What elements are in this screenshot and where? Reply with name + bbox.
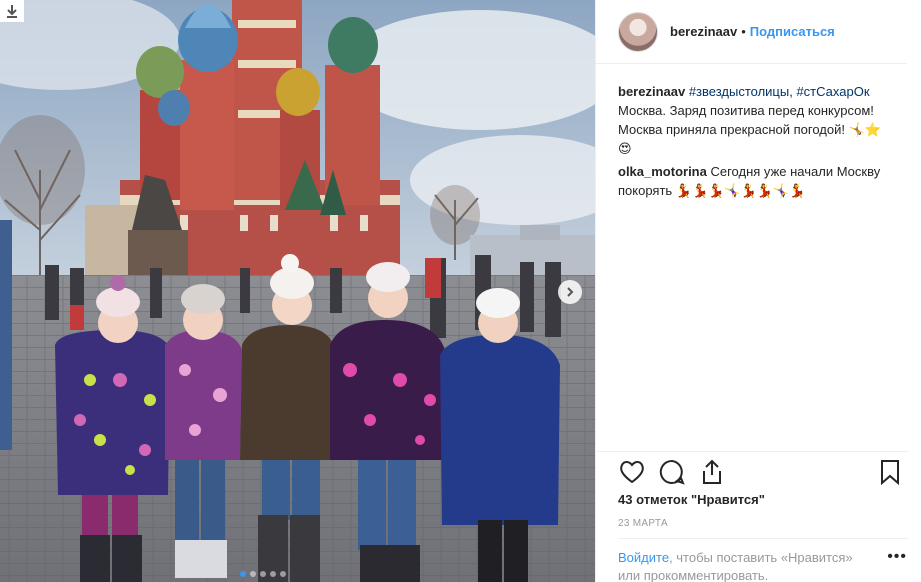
- comment-text: Сегодня уже начали Москву: [710, 164, 881, 179]
- carousel-dot: [250, 571, 256, 577]
- instagram-post: berezinaav • Подписаться berezinaav #зве…: [0, 0, 921, 582]
- chevron-right-icon[interactable]: [558, 280, 582, 304]
- caption-author[interactable]: berezinaav: [618, 84, 685, 99]
- caption: berezinaav #звездыстолицы, #стСахарОк Мо…: [618, 82, 907, 158]
- bookmark-icon[interactable]: [876, 458, 904, 486]
- post-header: berezinaav • Подписаться: [596, 0, 907, 64]
- carousel-dot: [260, 571, 266, 577]
- comment-author[interactable]: olka_motorina: [618, 164, 707, 179]
- login-prompt: Войдите, чтобы поставить «Нравится» или …: [618, 538, 908, 582]
- share-icon[interactable]: [698, 458, 726, 486]
- photo-illustration: [0, 0, 595, 582]
- login-link[interactable]: Войдите: [618, 550, 669, 565]
- follow-button[interactable]: Подписаться: [750, 24, 835, 39]
- action-bar: [596, 451, 908, 491]
- comment-item: olka_motorina Сегодня уже начали Москву …: [618, 162, 907, 200]
- carousel-dot: [270, 571, 276, 577]
- carousel-dot: [280, 571, 286, 577]
- header-separator: •: [741, 24, 746, 39]
- caption-line-1: Москва. Заряд позитива перед конкурсом!: [618, 103, 874, 118]
- caption-line-3: 😍: [618, 141, 632, 156]
- more-options-button[interactable]: •••: [887, 548, 907, 566]
- caption-hashtags[interactable]: #звездыстолицы, #стСахарОк: [689, 84, 870, 99]
- download-icon[interactable]: [0, 0, 24, 22]
- login-prompt-text-1: , чтобы поставить «Нравится»: [669, 550, 853, 565]
- comment-text-2: покорять 💃💃💃🤸‍♀️💃💃🤸‍♀️💃: [618, 183, 806, 198]
- post-date: 23 МАРТА: [618, 518, 668, 529]
- post-sidebar: berezinaav • Подписаться berezinaav #зве…: [595, 0, 921, 582]
- header-username[interactable]: berezinaav: [670, 24, 737, 39]
- likes-count[interactable]: 43 отметок "Нравится": [618, 492, 765, 507]
- avatar[interactable]: [618, 11, 658, 52]
- comments-list: berezinaav #звездыстолицы, #стСахарОк Мо…: [596, 64, 921, 200]
- carousel-dot: [240, 571, 246, 577]
- comment-icon[interactable]: [658, 458, 686, 486]
- login-prompt-text-2: или прокомментировать.: [618, 568, 769, 582]
- post-photo[interactable]: [0, 0, 595, 582]
- carousel-indicator: [240, 571, 286, 577]
- caption-line-2: Москва приняла прекрасной погодой! 🤸⭐: [618, 122, 881, 137]
- heart-icon[interactable]: [618, 458, 646, 486]
